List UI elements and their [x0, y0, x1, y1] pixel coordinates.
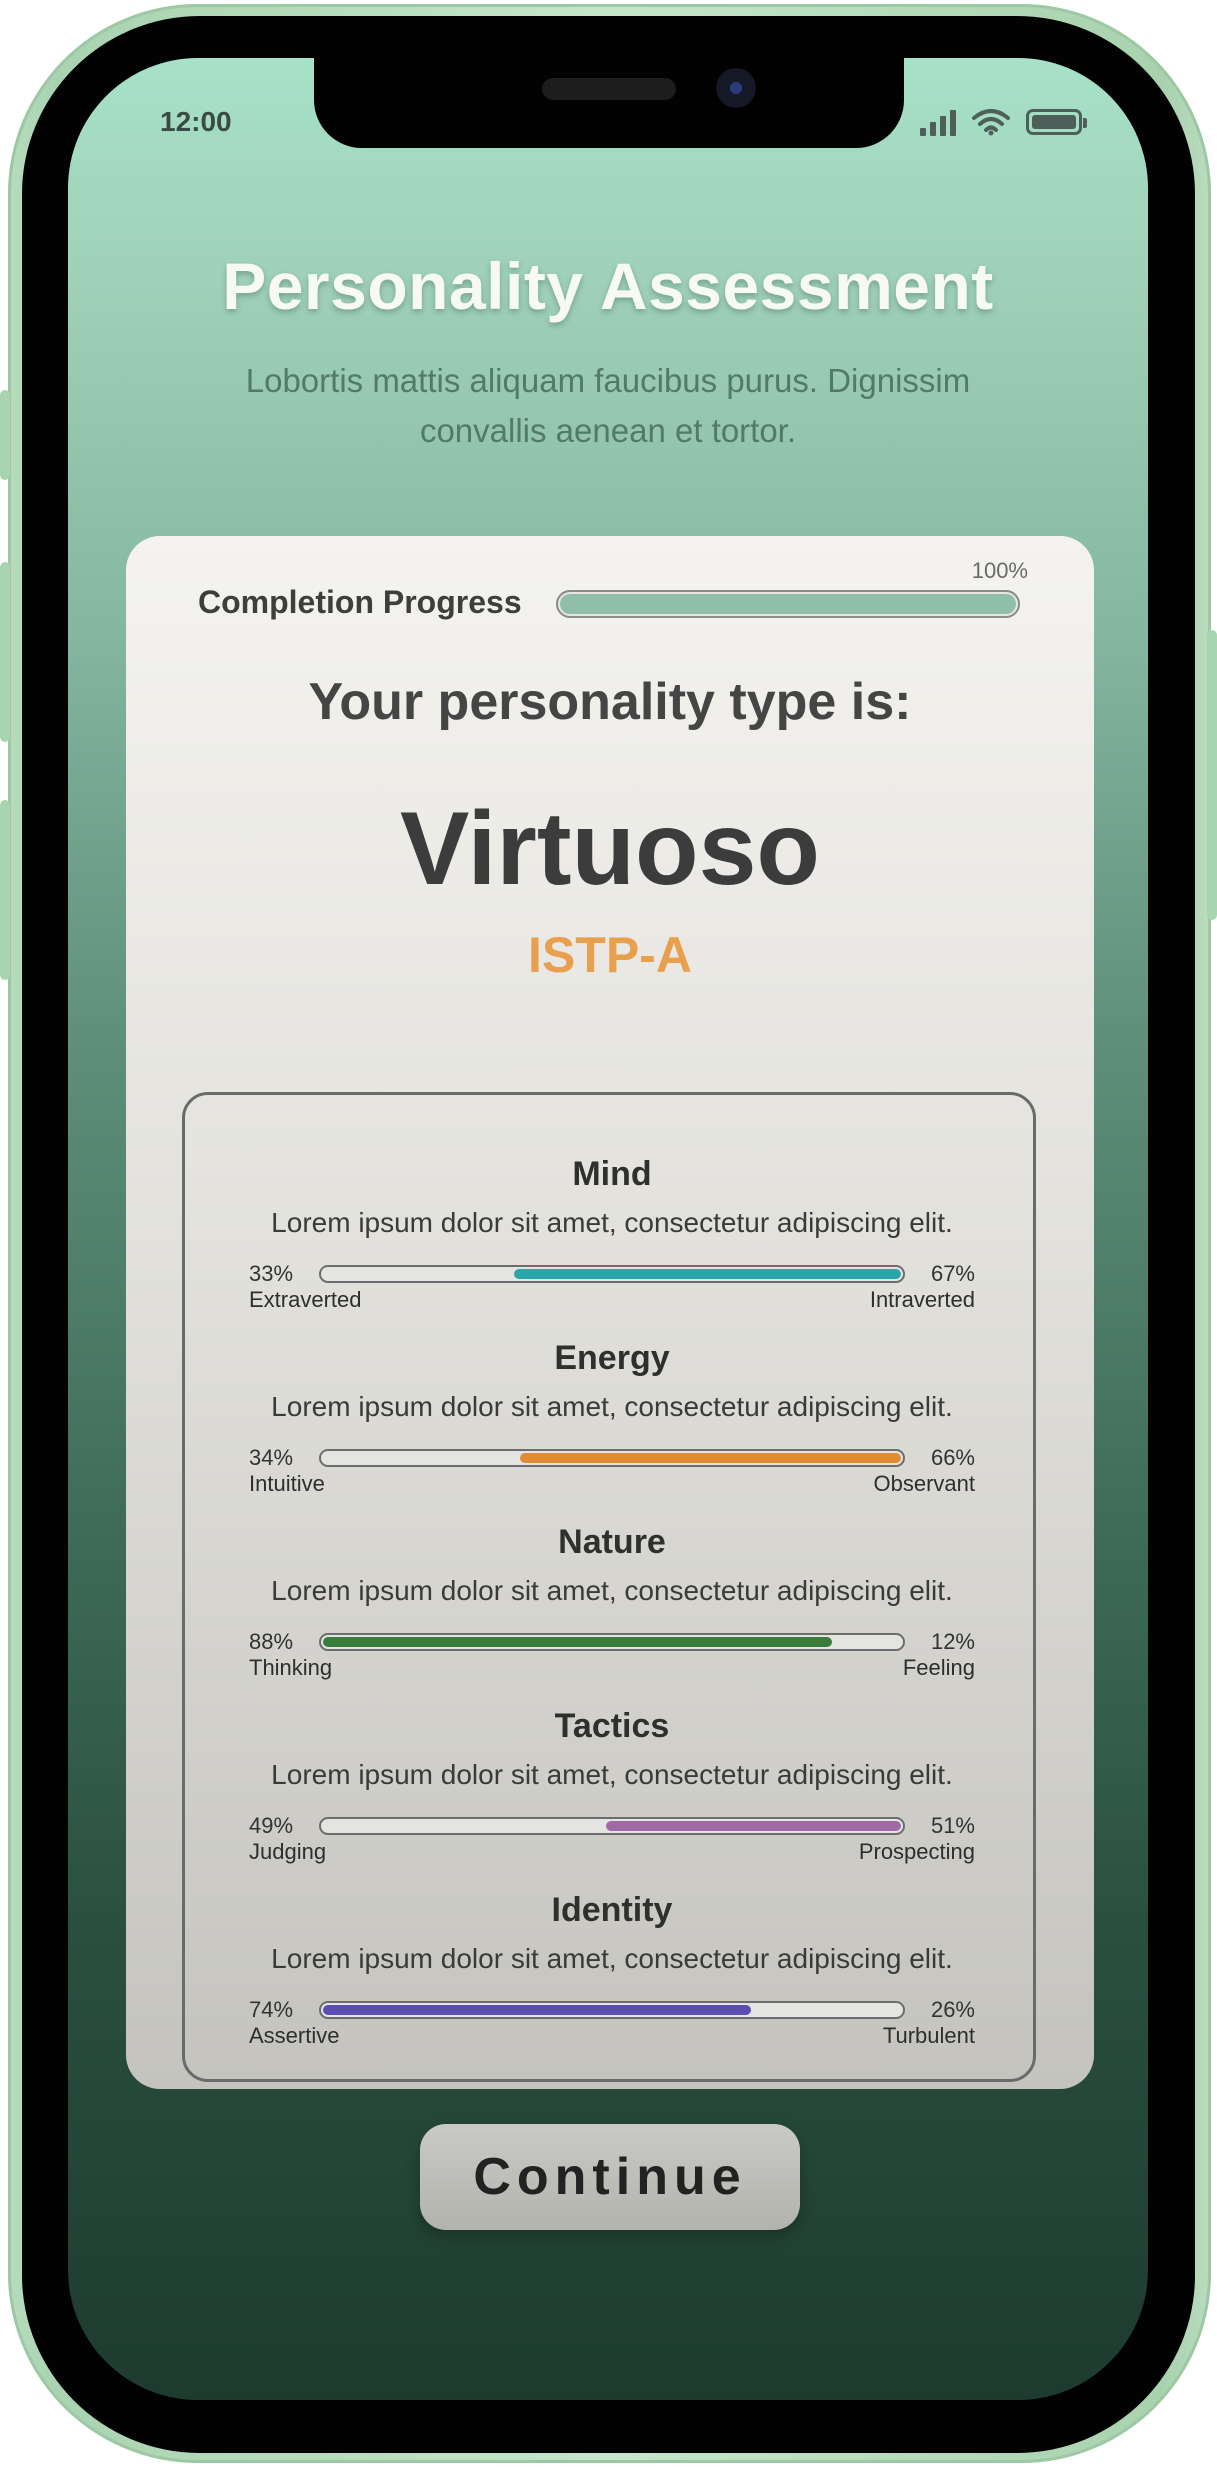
- volume-down-button: [0, 800, 10, 980]
- trait-left-percent: 74%: [249, 1997, 294, 2022]
- page-subtitle: Lobortis mattis aliquam faucibus purus. …: [245, 362, 971, 449]
- trait-bar-fill: [514, 1269, 901, 1279]
- trait-right-label: Feeling: [902, 1655, 975, 1680]
- trait-description: Lorem ipsum dolor sit amet, consectetur …: [271, 1575, 953, 1606]
- trait-left-percent: 34%: [249, 1445, 294, 1470]
- personality-type-name: Virtuoso: [400, 791, 820, 907]
- trait-left-label: Judging: [249, 1839, 327, 1864]
- trait-name: Mind: [572, 1155, 652, 1193]
- trait-bar-fill: [606, 1821, 901, 1831]
- status-time: 12:00: [160, 106, 232, 137]
- trait-right-label: Prospecting: [858, 1839, 975, 1864]
- trait-bar: [319, 1265, 905, 1283]
- progress-label: Completion Progress: [198, 584, 522, 620]
- trait-tactics: Tactics Lorem ipsum dolor sit amet, cons…: [185, 1707, 1039, 1891]
- trait-name: Nature: [558, 1523, 666, 1561]
- trait-bar-fill: [520, 1453, 901, 1463]
- trait-bar: [319, 2001, 905, 2019]
- continue-button[interactable]: Continue: [420, 2124, 800, 2230]
- personality-type-code: ISTP-A: [528, 927, 692, 983]
- app-screen: 12:00 Personality Assessment Lobortis ma…: [68, 58, 1148, 2400]
- completion-progress-fill: [560, 594, 1016, 614]
- trait-bar-fill: [323, 2005, 751, 2015]
- power-button: [1207, 630, 1217, 920]
- trait-right-percent: 51%: [930, 1813, 975, 1838]
- trait-right-percent: 67%: [930, 1261, 975, 1286]
- trait-identity: Identity Lorem ipsum dolor sit amet, con…: [185, 1891, 1039, 2075]
- trait-right-percent: 66%: [930, 1445, 975, 1470]
- completion-progress-bar: [556, 590, 1020, 618]
- wifi-icon: [972, 109, 1010, 136]
- front-camera-icon: [716, 68, 756, 108]
- trait-left-label: Thinking: [249, 1655, 333, 1680]
- trait-left-label: Intuitive: [249, 1471, 325, 1496]
- trait-left-label: Extraverted: [249, 1287, 362, 1312]
- result-heading: Your personality type is:: [308, 673, 912, 731]
- silent-switch: [0, 390, 10, 480]
- trait-name: Energy: [554, 1339, 670, 1377]
- trait-right-percent: 26%: [930, 1997, 975, 2022]
- trait-left-percent: 49%: [249, 1813, 294, 1838]
- trait-right-percent: 12%: [930, 1629, 975, 1654]
- trait-right-label: Turbulent: [882, 2023, 975, 2048]
- trait-left-percent: 88%: [249, 1629, 294, 1654]
- battery-icon: [1026, 109, 1087, 135]
- trait-description: Lorem ipsum dolor sit amet, consectetur …: [271, 1207, 953, 1238]
- trait-left-label: Assertive: [249, 2023, 340, 2048]
- progress-percent: 100%: [971, 558, 1028, 583]
- trait-description: Lorem ipsum dolor sit amet, consectetur …: [271, 1391, 953, 1422]
- trait-bar: [319, 1817, 905, 1835]
- trait-bar-fill: [323, 1637, 832, 1647]
- status-icons: [920, 108, 1087, 136]
- trait-right-label: Observant: [873, 1471, 976, 1496]
- trait-left-percent: 33%: [249, 1261, 294, 1286]
- traits-panel: Mind Lorem ipsum dolor sit amet, consect…: [182, 1092, 1036, 2082]
- trait-name: Identity: [551, 1891, 673, 1929]
- page-title: Personality Assessment: [222, 249, 994, 323]
- earpiece-speaker: [542, 78, 676, 100]
- trait-energy: Energy Lorem ipsum dolor sit amet, conse…: [185, 1339, 1039, 1523]
- trait-bar: [319, 1633, 905, 1651]
- cellular-signal-icon: [920, 108, 956, 136]
- trait-bar: [319, 1449, 905, 1467]
- trait-nature: Nature Lorem ipsum dolor sit amet, conse…: [185, 1523, 1039, 1707]
- trait-mind: Mind Lorem ipsum dolor sit amet, consect…: [185, 1155, 1039, 1339]
- trait-description: Lorem ipsum dolor sit amet, consectetur …: [271, 1759, 953, 1790]
- trait-description: Lorem ipsum dolor sit amet, consectetur …: [271, 1943, 953, 1974]
- result-card: 100% Completion Progress Your personalit…: [126, 536, 1094, 2089]
- trait-right-label: Intraverted: [869, 1287, 975, 1312]
- notch: [314, 58, 904, 148]
- trait-name: Tactics: [554, 1707, 670, 1745]
- volume-up-button: [0, 562, 10, 742]
